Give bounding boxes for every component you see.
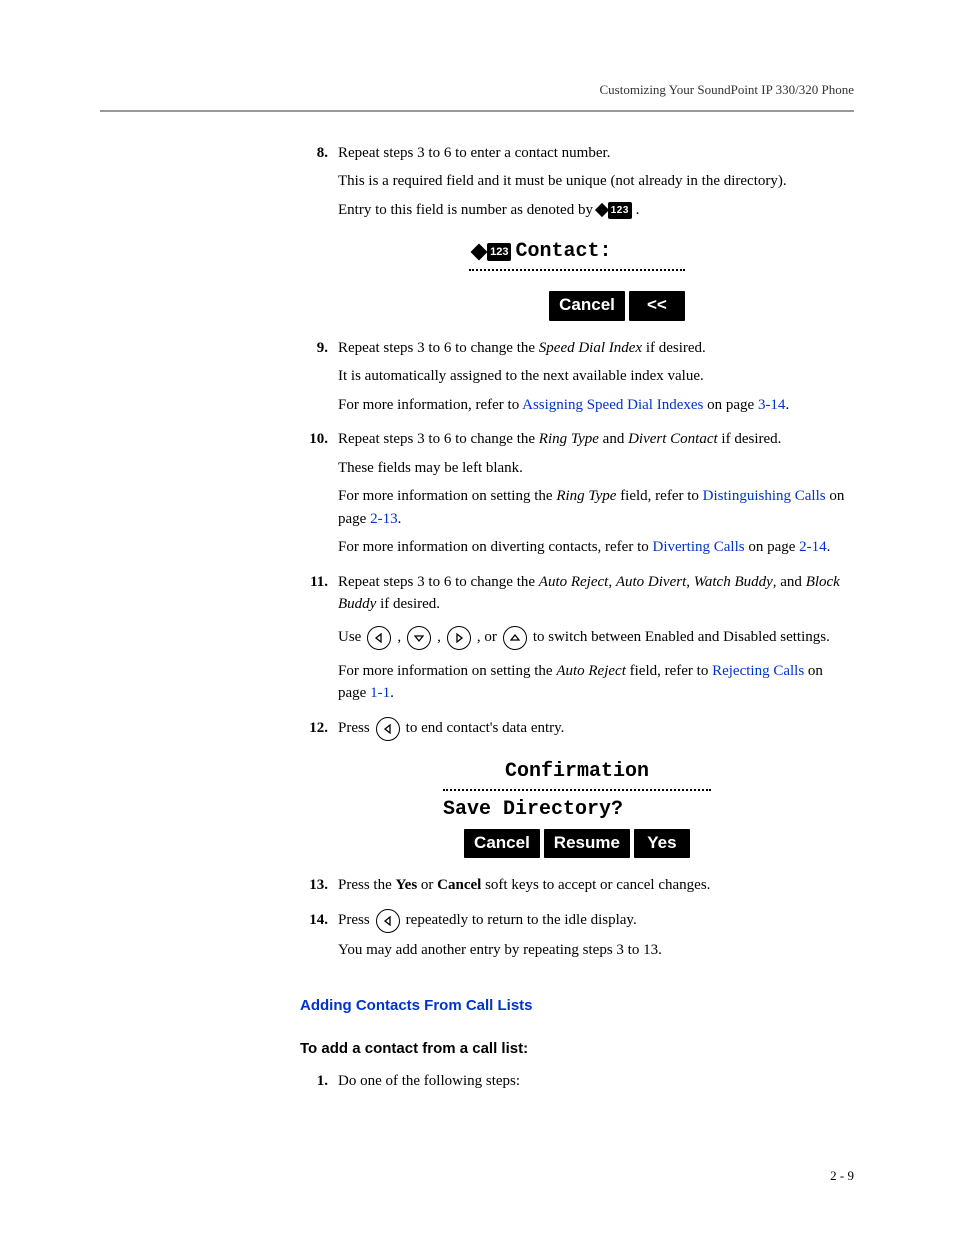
header-rule: [100, 110, 854, 112]
softkey-cancel: Cancel: [549, 291, 625, 321]
arrow-up-icon: [503, 626, 527, 650]
step-number: 10.: [300, 428, 338, 565]
lcd-contact-screenshot: 123 Contact: Cancel <<: [300, 237, 854, 321]
arrow-right-icon: [447, 626, 471, 650]
lcd-confirmation-screenshot: Confirmation Save Directory? Cancel Resu…: [300, 757, 854, 859]
page-number: 2 - 9: [830, 1166, 854, 1186]
step-11: 11. Repeat steps 3 to 6 to change the Au…: [300, 571, 854, 711]
step-text: For more information on setting the Ring…: [338, 485, 854, 530]
step-13: 13. Press the Yes or Cancel soft keys to…: [300, 874, 854, 903]
lcd-question: Save Directory?: [443, 795, 711, 825]
step-number: 8.: [300, 142, 338, 228]
link-page-2-14[interactable]: 2-14: [799, 539, 827, 555]
step-text: It is automatically assigned to the next…: [338, 365, 854, 388]
link-assigning-speed-dial[interactable]: Assigning Speed Dial Indexes: [522, 397, 703, 413]
step-text: Repeat steps 3 to 6 to change the Speed …: [338, 337, 854, 360]
sub-step-1: 1. Do one of the following steps:: [300, 1070, 854, 1099]
step-text: Entry to this field is number as denoted…: [338, 199, 854, 222]
step-number: 1.: [300, 1070, 338, 1099]
softkey-backspace: <<: [629, 291, 685, 321]
step-text: For more information, refer to Assigning…: [338, 394, 854, 417]
main-content: 8. Repeat steps 3 to 6 to enter a contac…: [300, 142, 854, 1099]
step-text: Press the Yes or Cancel soft keys to acc…: [338, 874, 854, 897]
step-text: This is a required field and it must be …: [338, 170, 854, 193]
step-number: 14.: [300, 909, 338, 968]
step-text: Use , , , or to switch between Enabled a…: [338, 626, 854, 650]
step-number: 12.: [300, 717, 338, 747]
step-14: 14. Press repeatedly to return to the id…: [300, 909, 854, 968]
input-mode-123-icon: 123: [597, 202, 632, 219]
link-page-1-1[interactable]: 1-1: [370, 685, 390, 701]
input-mode-123-icon: 123: [473, 243, 511, 262]
softkey-cancel: Cancel: [464, 829, 540, 859]
step-number: 11.: [300, 571, 338, 711]
step-text: Do one of the following steps:: [338, 1070, 854, 1093]
lcd-title: Confirmation: [443, 757, 711, 791]
page-header: Customizing Your SoundPoint IP 330/320 P…: [100, 80, 854, 100]
link-distinguishing-calls[interactable]: Distinguishing Calls: [703, 488, 826, 504]
arrow-left-icon: [376, 909, 400, 933]
lcd-title-line: 123 Contact:: [469, 237, 685, 271]
sub-heading-add-from-call-list: To add a contact from a call list:: [300, 1038, 854, 1061]
step-8: 8. Repeat steps 3 to 6 to enter a contac…: [300, 142, 854, 228]
step-text: You may add another entry by repeating s…: [338, 939, 854, 962]
arrow-left-icon: [367, 626, 391, 650]
step-number: 9.: [300, 337, 338, 423]
softkey-yes: Yes: [634, 829, 690, 859]
arrow-left-icon: [376, 717, 400, 741]
softkey-resume: Resume: [544, 829, 630, 859]
step-12: 12. Press to end contact's data entry.: [300, 717, 854, 747]
link-page-2-13[interactable]: 2-13: [370, 511, 398, 527]
link-rejecting-calls[interactable]: Rejecting Calls: [712, 663, 804, 679]
step-text: Press to end contact's data entry.: [338, 717, 854, 741]
step-text: For more information on setting the Auto…: [338, 660, 854, 705]
link-diverting-calls[interactable]: Diverting Calls: [653, 539, 745, 555]
arrow-down-icon: [407, 626, 431, 650]
step-text: These fields may be left blank.: [338, 457, 854, 480]
step-text: Repeat steps 3 to 6 to enter a contact n…: [338, 142, 854, 165]
link-page-3-14[interactable]: 3-14: [758, 397, 786, 413]
header-title: Customizing Your SoundPoint IP 330/320 P…: [599, 82, 854, 97]
section-heading-adding-contacts: Adding Contacts From Call Lists: [300, 995, 854, 1018]
step-text: Repeat steps 3 to 6 to change the Auto R…: [338, 571, 854, 616]
step-text: Press repeatedly to return to the idle d…: [338, 909, 854, 933]
step-text: Repeat steps 3 to 6 to change the Ring T…: [338, 428, 854, 451]
step-text: For more information on diverting contac…: [338, 536, 854, 559]
step-number: 13.: [300, 874, 338, 903]
step-10: 10. Repeat steps 3 to 6 to change the Ri…: [300, 428, 854, 565]
step-9: 9. Repeat steps 3 to 6 to change the Spe…: [300, 337, 854, 423]
